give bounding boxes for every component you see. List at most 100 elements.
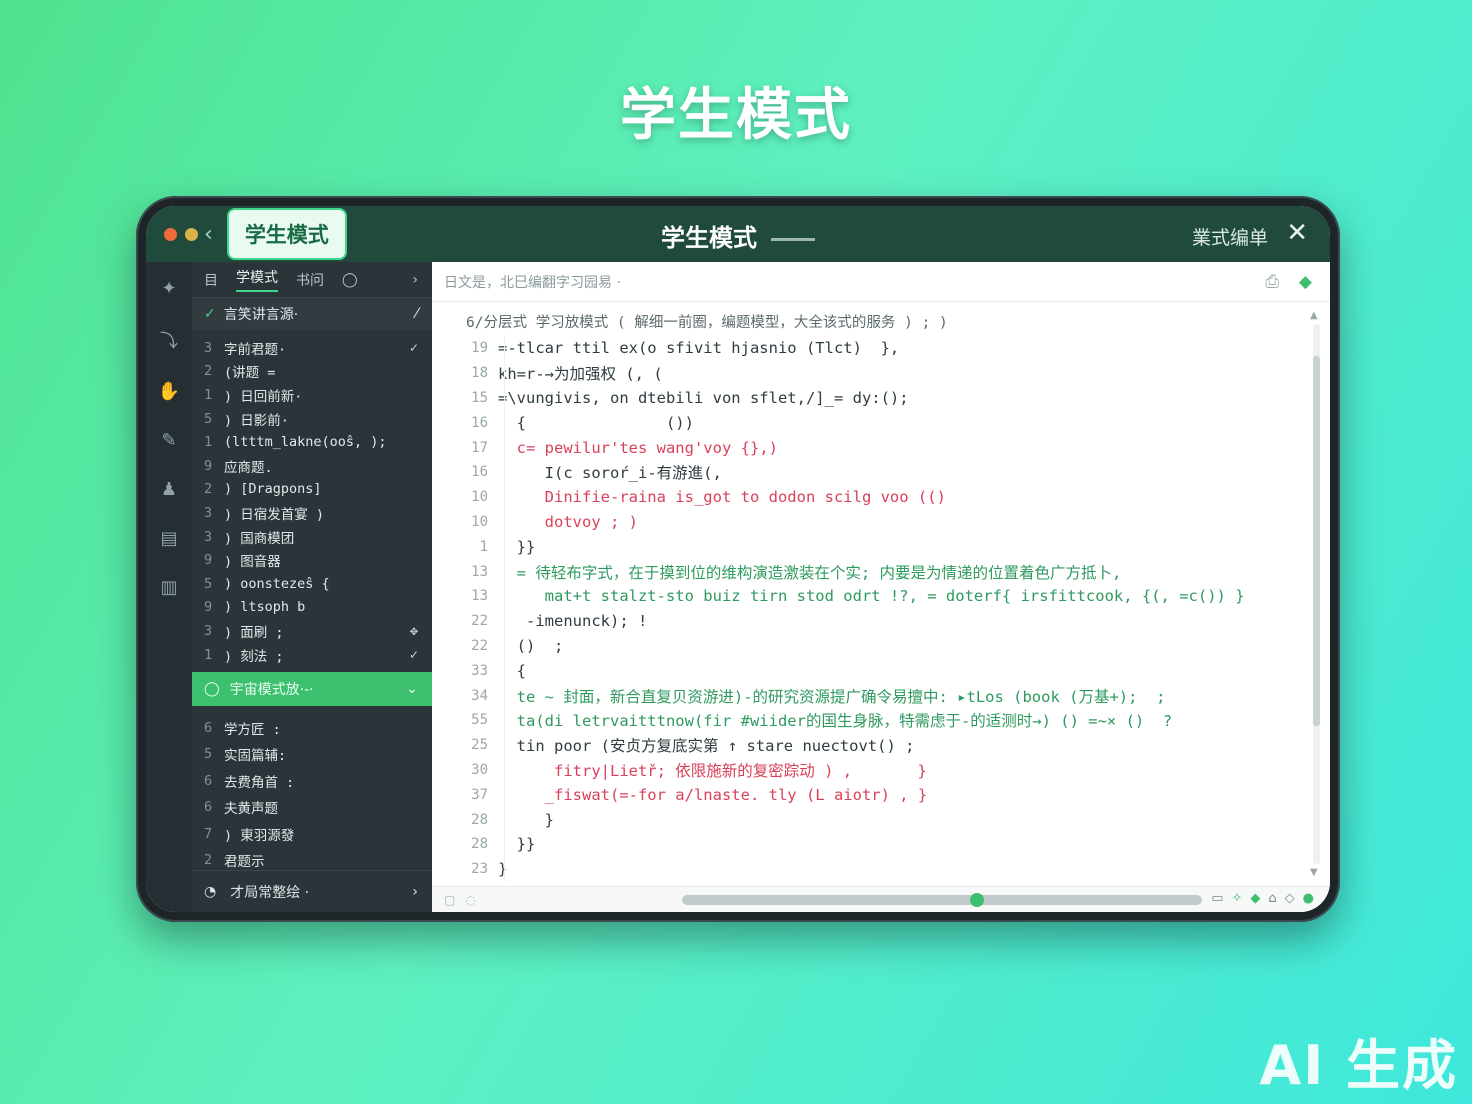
scroll-up-icon[interactable]: ▲ [1310, 310, 1318, 321]
list-item[interactable]: 3) 国商模团 [192, 525, 432, 549]
code-line[interactable]: 55 ta(di letrvaitttnow(fir #wiider的国生身脉，… [432, 708, 1302, 733]
line-number: 13 [471, 563, 488, 580]
edit-icon[interactable]: ⁄ [416, 306, 418, 322]
code-area[interactable]: 6/分层式 学习放模式 ( 解细一前圈，编题模型，大全该式的服务 ) ; ) 1… [432, 310, 1302, 882]
code-line[interactable]: 16 I(c soroŕ_i-有游進(, [432, 460, 1302, 485]
pen-icon[interactable]: ✎ [161, 430, 176, 451]
chevron-right-icon[interactable]: › [412, 272, 418, 288]
code-line[interactable]: 28 }} [432, 832, 1302, 857]
code-line[interactable]: 10 Dinifie-raina is_got to dodon scilg v… [432, 485, 1302, 510]
code-line[interactable]: 34 te ~ 封面，新合直复贝资游进)-的研究资源提广确令易擅中: ▸tLos… [432, 683, 1302, 708]
code-line[interactable]: 16 { ()) [432, 410, 1302, 435]
list-item[interactable]: 1 (ltttm_lakne(ooŝ, ); [192, 430, 432, 454]
scroll-knob[interactable] [970, 893, 984, 907]
code-line[interactable]: 18 kh=r-→为加强权 (, ( [432, 361, 1302, 386]
code-line[interactable]: 30 fitry|Lietř; 依限施新的复密踪动 ) , } [432, 758, 1302, 783]
code-line[interactable]: 28 } [432, 807, 1302, 832]
sub-header-label: 言笑讲言源· [223, 307, 299, 323]
chat-icon[interactable]: ◯ [342, 272, 358, 288]
horizontal-scrollbar[interactable] [682, 893, 1202, 907]
list-item[interactable]: 7) 東羽源發 [192, 820, 432, 847]
list-item-label: 学方匠 : [224, 721, 281, 738]
list-item[interactable]: 1) 刻法 ; ✓ [192, 643, 432, 667]
sidebar-footer[interactable]: ◔ 才局常整绘 · › [192, 870, 432, 912]
code-line[interactable]: 37 _fiswat(=-for a/lnaste. tly (L aiotr)… [432, 782, 1302, 807]
list-item[interactable]: 6 夫黄声题 [192, 794, 432, 821]
list-item-number: 2 [204, 363, 213, 380]
code-line[interactable]: 13 mat+t stalzt-sto buiz tirn stod odrt … [432, 584, 1302, 609]
list-item-number: 9 [204, 599, 213, 616]
line-number: 30 [471, 761, 488, 778]
code-line[interactable]: 1 }} [432, 534, 1302, 559]
list-item-mark[interactable]: ✓ [410, 340, 418, 356]
code-line[interactable]: 22 -imenunck); ! [432, 609, 1302, 634]
path-icon[interactable]: ⤵ [160, 327, 178, 353]
list-item[interactable]: 9) ltsoph b [192, 596, 432, 620]
close-icon[interactable]: ✕ [1286, 218, 1308, 248]
sidebar-tab-0[interactable]: 目 [204, 270, 218, 290]
vertical-scrollbar[interactable]: ▲ ▼ [1310, 310, 1322, 878]
window-icon[interactable]: ▭ [1211, 891, 1223, 906]
spark-icon[interactable]: ✦ [161, 278, 176, 299]
list-item[interactable]: 3 字前君题· ✓ [192, 336, 432, 360]
list-item-label: (讲题 = [224, 365, 276, 382]
list-item[interactable]: 3) 日宿发首宴 ) [192, 501, 432, 525]
code-line[interactable]: 23} [432, 857, 1302, 882]
hand-icon[interactable]: ✋ [158, 381, 180, 402]
list-item-number: 1 [204, 434, 213, 451]
sidebar-tab-2[interactable]: 书问 [296, 270, 324, 290]
code-text: } [498, 810, 554, 829]
code-line[interactable]: 19 =-tlcar ttil ex(o sfivit hjasnio (Tlct… [432, 336, 1302, 361]
list-item[interactable]: 3) 面刷 ; ✥ [192, 619, 432, 643]
code-line[interactable]: 22 () ; [432, 634, 1302, 659]
sparkle-icon[interactable]: ✧ [1231, 891, 1242, 906]
list-item[interactable]: 9 应商题. [192, 454, 432, 478]
list-item[interactable]: 9) 图音器 [192, 548, 432, 572]
list-item[interactable]: 6 学方匠 : [192, 714, 432, 741]
code-line[interactable]: 33 { [432, 658, 1302, 683]
list-item[interactable]: 5 实固篇辅: [192, 741, 432, 768]
sidebar-active-item[interactable]: ◯ 宇宙模式放·-· ⌄ [192, 672, 432, 707]
code-editor[interactable]: 日文是，北巳编翻字习园易 · ⎙ ◆ 6/分层式 学习放模式 ( 解细一前圈，编… [432, 262, 1330, 912]
active-item-label: 宇宙模式放·-· [229, 682, 314, 699]
list-item-mark[interactable]: ✓ [410, 647, 418, 663]
secondary-list: 6 学方匠 : 5 实固篇辅: 6 去费角首 : 6 夫黄声题 7) 東羽源發 2 君题示 [192, 706, 432, 873]
gem-status-icon[interactable]: ◆ [1250, 891, 1260, 906]
code-text: kh=r-→为加强权 (, ( [498, 365, 663, 384]
title-dash [771, 237, 815, 241]
gem-icon[interactable]: ◆ [1299, 272, 1312, 292]
export-icon[interactable]: ⎙ [1265, 272, 1279, 292]
file-icon[interactable]: ▢ [444, 893, 455, 907]
code-text: { ()) [498, 413, 694, 432]
list-item-label: 应商题. [224, 459, 273, 476]
list-item[interactable]: 1) 日回前新· [192, 383, 432, 407]
app-window: ‹ 学生模式 学生模式 業式编单 ✕ ✦ ⤵ ✋ ✎ ♟ ▤ ▥ 目 学模式 书… [146, 206, 1330, 912]
code-line[interactable]: 13 = 待轻布字式，在于摸到位的维构演造激装在个实; 内要是为情递的位置着色广… [432, 559, 1302, 584]
code-line[interactable]: 17 c= pewilur'tes wang'voy {},) [432, 435, 1302, 460]
sidebar-sub-header[interactable]: ✓ 言笑讲言源· ⁄ [192, 298, 432, 330]
code-line[interactable]: 25 tin poor (安贞方复底实第 ↑ stare nuectovt() … [432, 733, 1302, 758]
chevron-right-icon[interactable]: › [412, 884, 418, 900]
sync-icon[interactable]: ◌ [465, 893, 475, 907]
scroll-thumb[interactable] [1313, 356, 1320, 726]
list-item[interactable]: 2 (讲题 = [192, 360, 432, 384]
document-icon[interactable]: ▤ [160, 528, 177, 549]
book-icon[interactable]: ▥ [160, 577, 177, 598]
list-item-mark[interactable]: ✥ [410, 623, 418, 639]
chevron-down-icon[interactable]: ⌄ [406, 681, 418, 697]
person-icon[interactable]: ♟ [161, 479, 177, 500]
bell-icon[interactable]: ⌂ [1268, 891, 1276, 906]
code-line[interactable]: 10 dotvoy ; ) [432, 510, 1302, 535]
list-item-number: 2 [204, 852, 213, 869]
style-editor-label[interactable]: 業式编单 [1192, 223, 1268, 250]
scroll-down-icon[interactable]: ▼ [1310, 867, 1318, 878]
sidebar-tab-1[interactable]: 学模式 [236, 267, 278, 292]
list-item[interactable]: 6 去费角首 : [192, 767, 432, 794]
sidebar: 目 学模式 书问 ◯ › ✓ 言笑讲言源· ⁄ 3 字前君题· ✓ 2 (讲题 = 1) … [192, 262, 432, 912]
leaf-icon: ◔ [204, 883, 217, 900]
list-item[interactable]: 5) oonstezeŝ { [192, 572, 432, 596]
list-item[interactable]: 2) [Dragpons] [192, 478, 432, 502]
shield-icon[interactable]: ◇ [1285, 891, 1295, 906]
code-line[interactable]: 15 =\vungivis, on dtebili von sflet,/]_= … [432, 386, 1302, 411]
list-item[interactable]: 5) 日影前· [192, 407, 432, 431]
